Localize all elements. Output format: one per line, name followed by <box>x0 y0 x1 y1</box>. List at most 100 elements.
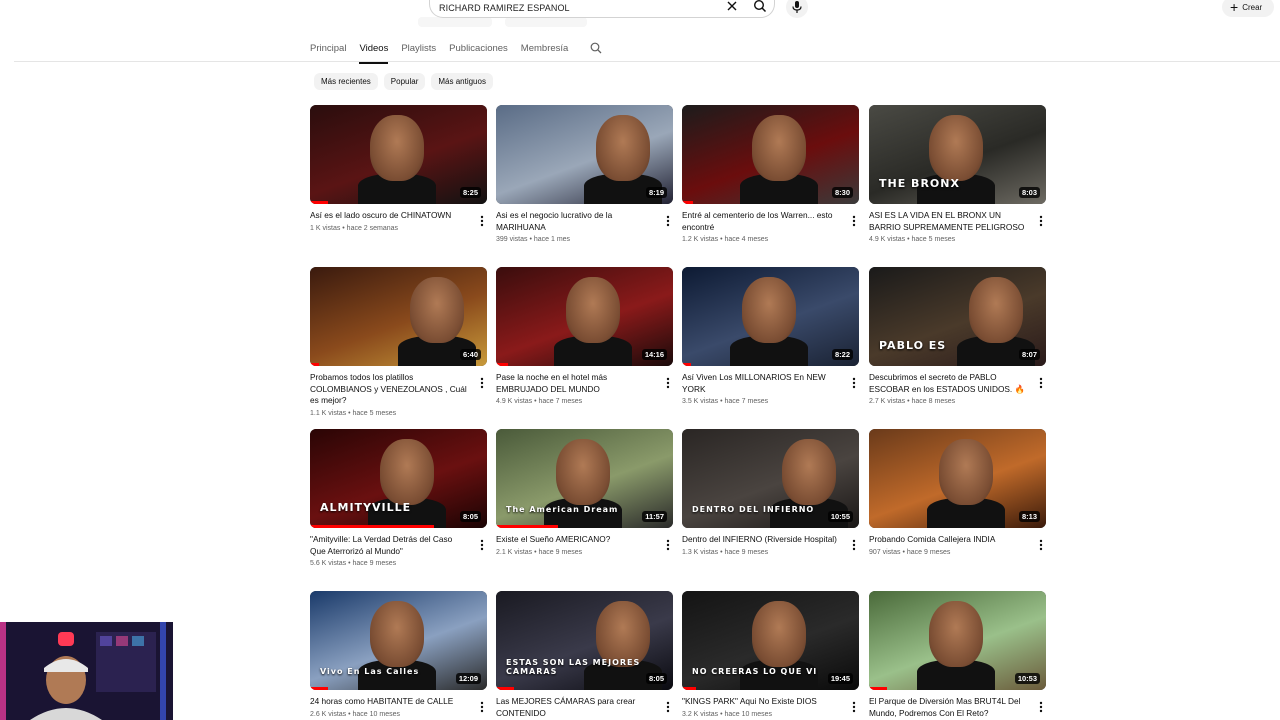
video-thumbnail[interactable]: 8:22 <box>682 267 859 366</box>
video-title[interactable]: Dentro del INFIERNO (Riverside Hospital) <box>682 534 840 546</box>
watch-progress-bar <box>682 363 691 366</box>
more-options-icon[interactable] <box>480 539 484 551</box>
video-title[interactable]: 24 horas como HABITANTE de CALLE <box>310 696 468 708</box>
thumbnail-person-face <box>752 601 806 667</box>
thumbnail-person-face <box>410 277 464 343</box>
create-button[interactable]: + Crear <box>1222 0 1274 17</box>
video-duration: 10:53 <box>1014 673 1040 684</box>
thumbnail-person-face <box>752 115 806 181</box>
video-title[interactable]: Probamos todos los platillos COLOMBIANOS… <box>310 372 468 407</box>
thumbnail-person-face <box>370 601 424 667</box>
video-duration: 10:55 <box>827 511 853 522</box>
chip-oldest[interactable]: Más antiguos <box>431 73 493 90</box>
more-options-icon[interactable] <box>1039 377 1043 389</box>
video-duration: 8:03 <box>1018 187 1040 198</box>
video-card[interactable]: 8:22 Así Viven Los MILLONARIOS En NEW YOR… <box>682 267 859 405</box>
more-options-icon[interactable] <box>1039 701 1043 713</box>
video-thumbnail[interactable]: 10:53 <box>869 591 1046 690</box>
video-title[interactable]: Existe el Sueño AMERICANO? <box>496 534 654 546</box>
search-input[interactable]: RICHARD RAMIREZ ESPANOL <box>439 3 570 13</box>
more-options-icon[interactable] <box>480 215 484 227</box>
video-thumbnail[interactable]: PABLO ES 8:07 <box>869 267 1046 366</box>
video-title[interactable]: ASI ES LA VIDA EN EL BRONX UN BARRIO SUP… <box>869 210 1027 233</box>
video-title[interactable]: Asi es el negocio lucrativo de la MARIHU… <box>496 210 654 233</box>
more-options-icon[interactable] <box>1039 215 1043 227</box>
video-card[interactable]: DENTRO DEL INFIERNO 10:55 Dentro del INFIE… <box>682 429 859 556</box>
video-thumbnail[interactable]: 8:19 <box>496 105 673 204</box>
video-card[interactable]: 8:30 Entré al cementerio de los Warren...… <box>682 105 859 243</box>
tab-membresia[interactable]: Membresía <box>521 43 569 62</box>
more-options-icon[interactable] <box>666 215 670 227</box>
more-options-icon[interactable] <box>852 377 856 389</box>
video-card[interactable]: 14:16 Pase la noche en el hotel más EMBRU… <box>496 267 673 405</box>
video-title[interactable]: Pase la noche en el hotel más EMBRUJADO … <box>496 372 654 395</box>
video-card[interactable]: 6:40 Probamos todos los platillos COLOMBI… <box>310 267 487 417</box>
video-title[interactable]: Así Viven Los MILLONARIOS En NEW YORK <box>682 372 840 395</box>
video-title[interactable]: El Parque de Diversión Mas BRUT4L Del Mu… <box>869 696 1027 719</box>
tab-principal[interactable]: Principal <box>310 43 346 62</box>
video-card[interactable]: THE BRONX 8:03 ASI ES LA VIDA EN EL BRONX … <box>869 105 1046 243</box>
voice-search-button[interactable] <box>786 0 808 18</box>
more-options-icon[interactable] <box>852 539 856 551</box>
video-card[interactable]: ESTAS SON LAS MEJORES CAMARAS 8:05 Las MEJ… <box>496 591 673 719</box>
video-card[interactable]: 8:19 Asi es el negocio lucrativo de la MA… <box>496 105 673 243</box>
video-title[interactable]: Entré al cementerio de los Warren... est… <box>682 210 840 233</box>
close-icon[interactable] <box>726 0 738 12</box>
video-card[interactable]: 8:25 Así es el lado oscuro de CHINATOWN 1 … <box>310 105 487 232</box>
thumbnail-person-face <box>742 277 796 343</box>
video-thumbnail[interactable]: The American Dream 11:57 <box>496 429 673 528</box>
more-options-icon[interactable] <box>480 377 484 389</box>
video-thumbnail[interactable]: 8:25 <box>310 105 487 204</box>
more-options-icon[interactable] <box>666 377 670 389</box>
video-thumbnail[interactable]: DENTRO DEL INFIERNO 10:55 <box>682 429 859 528</box>
video-meta: 5.6 K vistas • hace 9 meses <box>310 560 397 567</box>
video-card[interactable]: 8:13 Probando Comida Callejera INDIA 907 v… <box>869 429 1046 556</box>
more-options-icon[interactable] <box>480 701 484 713</box>
chip-popular[interactable]: Popular <box>383 73 426 90</box>
tab-publicaciones[interactable]: Publicaciones <box>449 43 508 62</box>
video-thumbnail[interactable]: NO CREERAS LO QUE VI 19:45 <box>682 591 859 690</box>
video-title[interactable]: Así es el lado oscuro de CHINATOWN <box>310 210 468 222</box>
video-card[interactable]: The American Dream 11:57 Existe el Sueño A… <box>496 429 673 556</box>
video-card[interactable]: 10:53 El Parque de Diversión Mas BRUT4L D… <box>869 591 1046 719</box>
video-title[interactable]: Descubrimos el secreto de PABLO ESCOBAR … <box>869 372 1027 395</box>
watch-progress-bar <box>310 201 328 204</box>
more-options-icon[interactable] <box>852 215 856 227</box>
video-duration: 19:45 <box>827 673 853 684</box>
more-options-icon[interactable] <box>666 539 670 551</box>
search-bar[interactable]: RICHARD RAMIREZ ESPANOL <box>429 0 775 18</box>
video-card[interactable]: NO CREERAS LO QUE VI 19:45 "KINGS PARK" Aq… <box>682 591 859 718</box>
video-title[interactable]: Las MEJORES CÁMARAS para crear CONTENIDO <box>496 696 654 719</box>
video-meta: 1.1 K vistas • hace 5 meses <box>310 409 397 417</box>
video-meta: 3.5 K vistas • hace 7 meses <box>682 398 769 405</box>
channel-search-icon[interactable] <box>590 42 602 54</box>
chip-most-recent[interactable]: Más recientes <box>314 73 378 90</box>
streamer-webcam <box>0 622 173 720</box>
tab-playlists[interactable]: Playlists <box>401 43 436 62</box>
video-duration: 8:05 <box>459 511 481 522</box>
video-card[interactable]: PABLO ES 8:07 Descubrimos el secreto de PA… <box>869 267 1046 405</box>
search-icon[interactable] <box>753 0 767 13</box>
video-title[interactable]: Probando Comida Callejera INDIA <box>869 534 1027 546</box>
video-thumbnail[interactable]: ESTAS SON LAS MEJORES CAMARAS 8:05 <box>496 591 673 690</box>
video-thumbnail[interactable]: 8:13 <box>869 429 1046 528</box>
video-title[interactable]: "KINGS PARK" Aqui No Existe DIOS <box>682 696 840 708</box>
more-options-icon[interactable] <box>666 701 670 713</box>
video-thumbnail[interactable]: 14:16 <box>496 267 673 366</box>
video-thumbnail[interactable]: THE BRONX 8:03 <box>869 105 1046 204</box>
video-duration: 12:09 <box>455 673 481 684</box>
video-meta: 2.1 K vistas • hace 9 meses <box>496 548 583 556</box>
video-card[interactable]: Vivo En Las Calles 12:09 24 horas como HAB… <box>310 591 487 718</box>
thumbnail-overlay-text: Vivo En Las Calles <box>320 667 420 676</box>
video-card[interactable]: ALMITYVILLE 8:05 "Amityville: La Verdad De… <box>310 429 487 567</box>
video-thumbnail[interactable]: ALMITYVILLE 8:05 <box>310 429 487 528</box>
plus-icon: + <box>1230 0 1239 15</box>
video-thumbnail[interactable]: 6:40 <box>310 267 487 366</box>
video-thumbnail[interactable]: 8:30 <box>682 105 859 204</box>
video-meta: 2.6 K vistas • hace 10 meses <box>310 710 400 718</box>
video-duration: 8:19 <box>645 187 667 198</box>
more-options-icon[interactable] <box>852 701 856 713</box>
video-thumbnail[interactable]: Vivo En Las Calles 12:09 <box>310 591 487 690</box>
more-options-icon[interactable] <box>1039 539 1043 551</box>
video-title[interactable]: "Amityville: La Verdad Detrás del Caso Q… <box>310 534 468 557</box>
